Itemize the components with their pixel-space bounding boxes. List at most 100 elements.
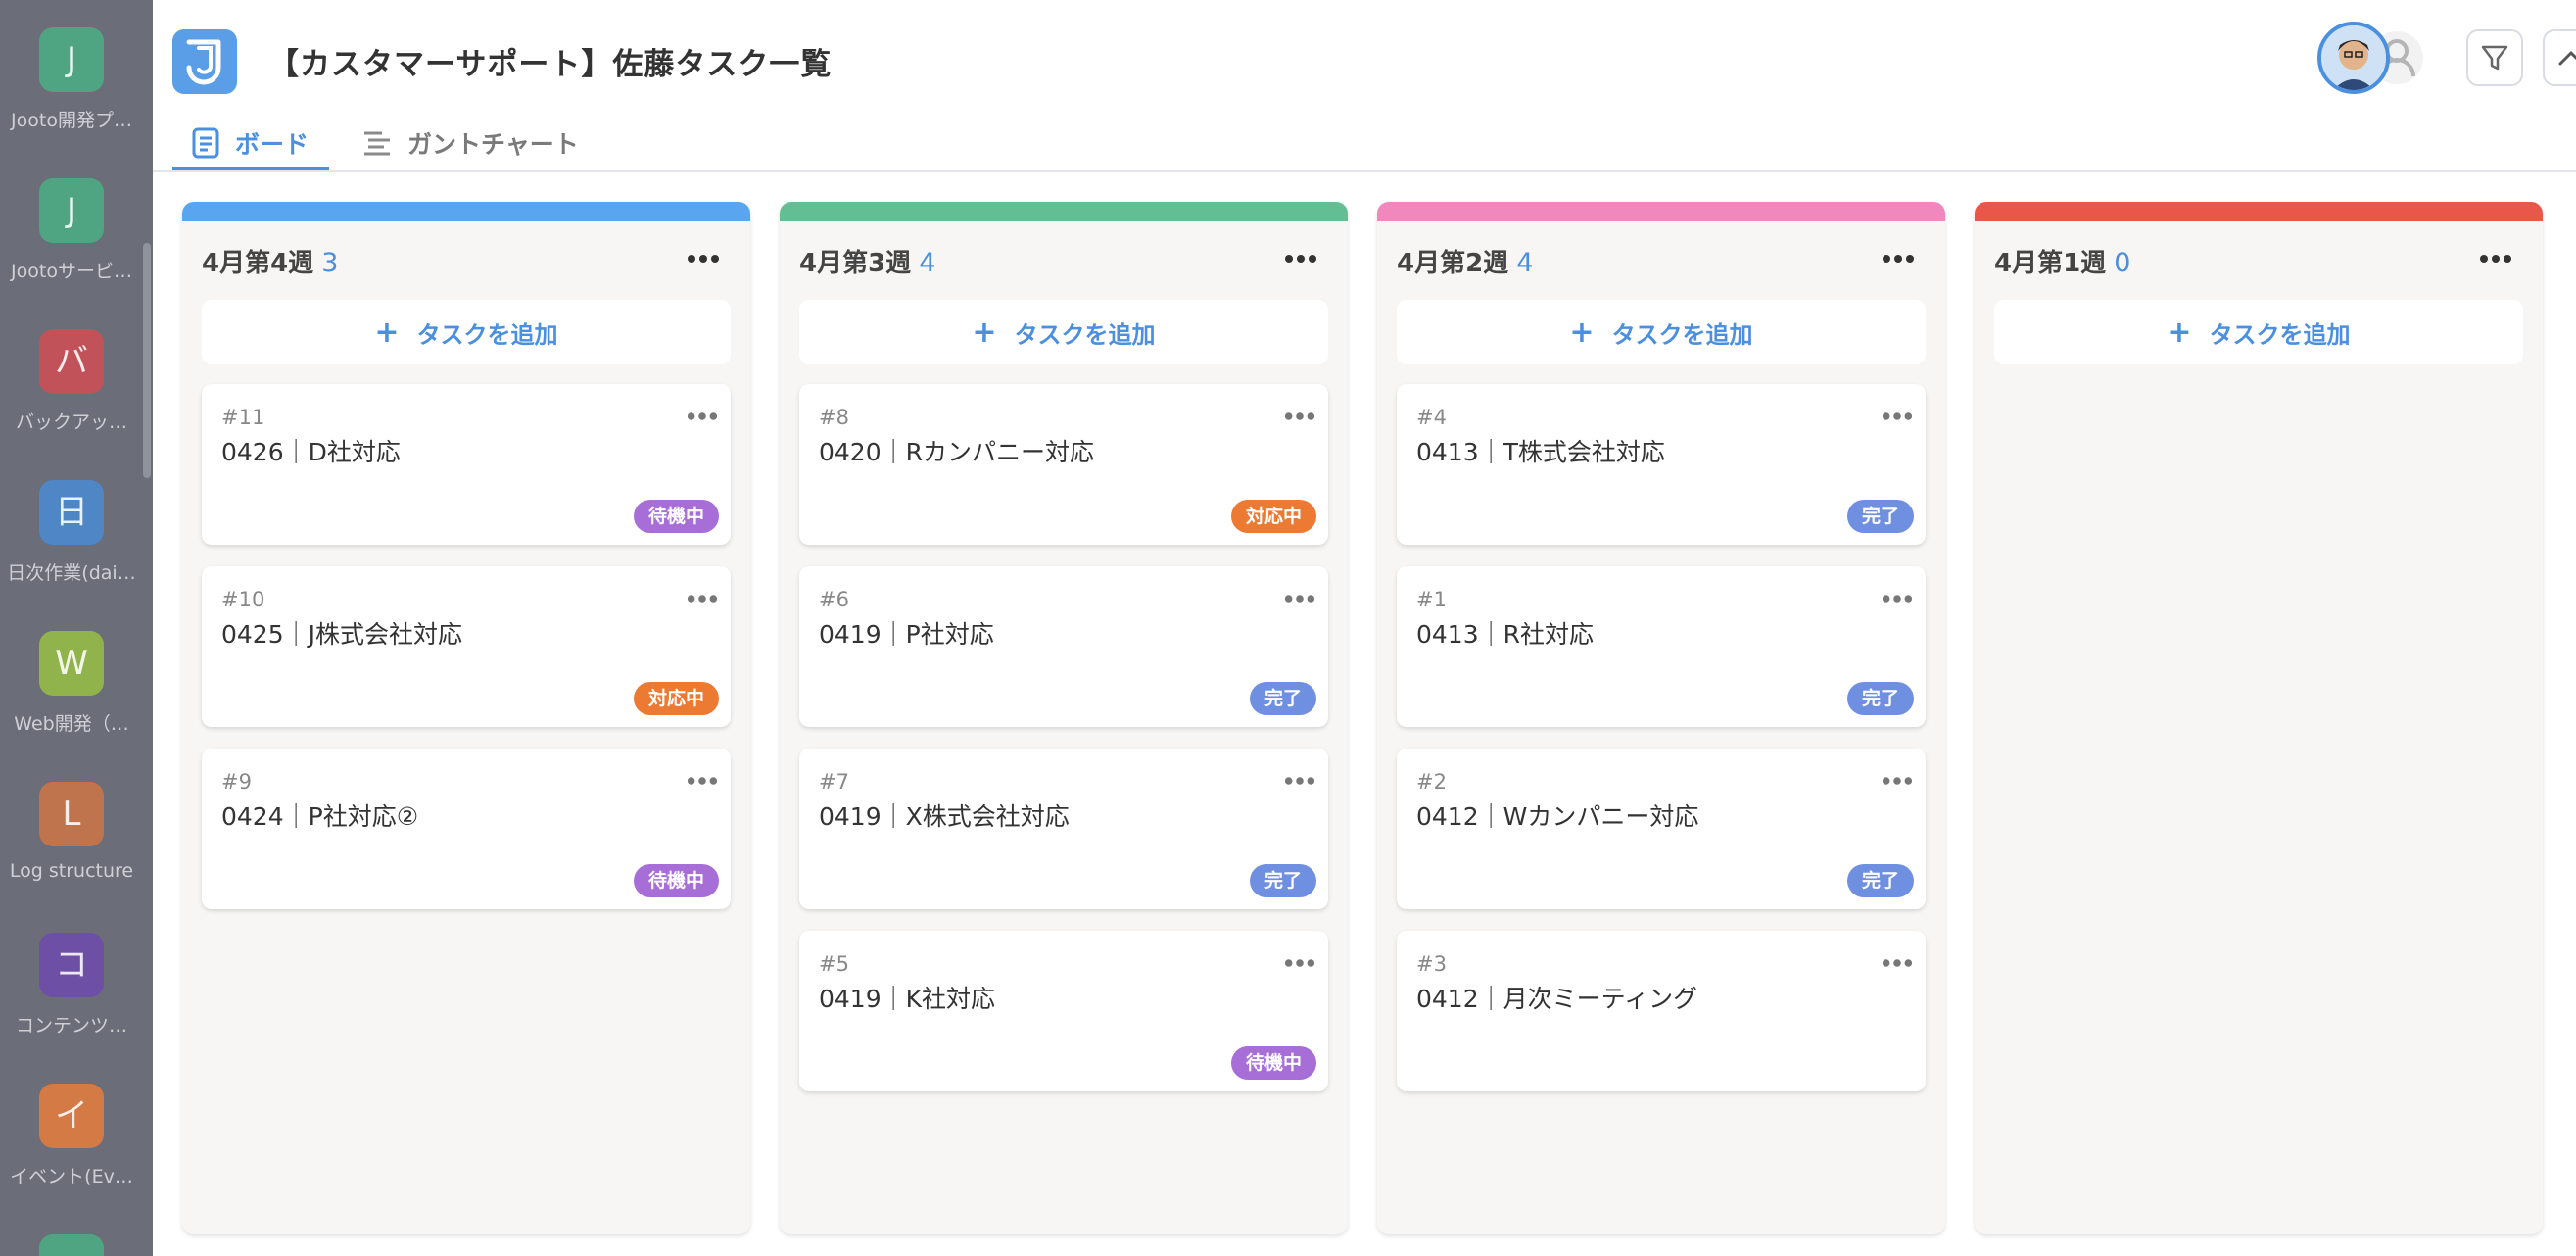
project-label: イベント(Ev… — [10, 1166, 133, 1187]
board-column: 4月第2週 4 + タスクを追加 #4 0413｜T株式会社対応 完了 #1 0413｜R社対応… — [1377, 202, 1945, 1234]
project-item[interactable]: W Web開発（… — [0, 631, 143, 736]
add-task-label: タスクを追加 — [2209, 320, 2351, 349]
task-card[interactable]: #4 0413｜T株式会社対応 完了 — [1397, 384, 1926, 545]
task-number: #1 — [1416, 588, 1447, 611]
project-avatar: L — [39, 782, 104, 846]
add-task-label: タスクを追加 — [1611, 320, 1753, 349]
card-menu-icon[interactable] — [686, 590, 719, 603]
status-badge: 待機中 — [633, 864, 719, 897]
rail-scrollbar[interactable] — [143, 243, 151, 478]
task-card[interactable]: #9 0424｜P社対応② 待機中 — [202, 749, 731, 909]
board-column: 4月第1週 0 + タスクを追加 — [1975, 202, 2543, 1234]
project-item[interactable]: ババックアッ… — [0, 329, 143, 434]
column-title: 4月第3週 — [799, 249, 912, 278]
jooto-logo-icon[interactable] — [172, 29, 237, 94]
project-avatar: J — [39, 27, 104, 92]
card-menu-icon[interactable] — [1283, 590, 1316, 603]
task-number: #6 — [819, 588, 849, 611]
status-badge: 対応中 — [633, 682, 719, 715]
add-task-button[interactable]: + タスクを追加 — [1397, 300, 1926, 364]
task-title: 0425｜J株式会社対応 — [221, 620, 462, 649]
project-item[interactable]: ココンテンツ… — [0, 933, 143, 1038]
card-menu-icon[interactable] — [1881, 408, 1914, 420]
card-menu-icon[interactable] — [1283, 954, 1316, 967]
project-item[interactable]: イイベント(Ev… — [0, 1084, 143, 1188]
task-title: 0426｜D社対応 — [221, 438, 401, 466]
project-label: Jootoサービ… — [11, 261, 132, 282]
plus-icon: + — [374, 314, 400, 350]
current-user-avatar[interactable] — [2317, 22, 2390, 94]
project-item[interactable]: L Log structure — [0, 782, 143, 882]
project-avatar: J — [39, 178, 104, 243]
column-header[interactable]: 4月第4週 3 — [202, 243, 338, 279]
task-number: #8 — [819, 406, 849, 429]
task-card[interactable]: #7 0419｜X株式会社対応 完了 — [799, 749, 1328, 909]
task-title: 0413｜R社対応 — [1416, 620, 1594, 649]
status-badge: 完了 — [1846, 864, 1914, 897]
task-card[interactable]: #5 0419｜K社対応 待機中 — [799, 931, 1328, 1091]
tab-board[interactable]: ボード — [172, 116, 329, 170]
column-header[interactable]: 4月第2週 4 — [1397, 243, 1533, 279]
task-card[interactable]: #10 0425｜J株式会社対応 対応中 — [202, 566, 731, 727]
project-label: Jooto開発プ… — [11, 110, 132, 131]
project-item[interactable]: J Jootoサービ… — [0, 178, 143, 283]
card-menu-icon[interactable] — [1283, 772, 1316, 785]
card-menu-icon[interactable] — [1881, 772, 1914, 785]
column-color-bar — [780, 202, 1348, 221]
project-avatar: 日 — [39, 480, 104, 545]
task-number: #5 — [819, 952, 849, 976]
plus-icon: + — [2167, 314, 2192, 350]
task-card[interactable]: #3 0412｜月次ミーティング — [1397, 931, 1926, 1091]
task-card[interactable]: #8 0420｜Rカンパニー対応 対応中 — [799, 384, 1328, 545]
task-title: 0412｜月次ミーティング — [1416, 985, 1698, 1013]
status-badge: 完了 — [1249, 682, 1316, 715]
filter-button[interactable] — [2466, 29, 2523, 86]
column-menu-icon[interactable] — [1881, 251, 1916, 265]
filter-funnel-icon — [2468, 45, 2521, 88]
card-menu-icon[interactable] — [1881, 954, 1914, 967]
project-item[interactable]: J Jooto開発プ… — [0, 27, 143, 132]
tab-board-label: ボード — [235, 130, 310, 159]
add-task-label: タスクを追加 — [416, 320, 558, 349]
tab-gantt[interactable]: ガントチャート — [362, 116, 579, 170]
plus-icon: + — [1569, 314, 1595, 350]
task-card[interactable]: #6 0419｜P社対応完了 — [799, 566, 1328, 727]
card-menu-icon[interactable] — [1283, 408, 1316, 420]
project-header: 【カスタマーサポート】佐藤タスク一覧 ボード ガントチャート — [153, 0, 2576, 172]
card-menu-icon[interactable] — [686, 408, 719, 420]
project-label: Web開発（… — [14, 713, 129, 735]
card-menu-icon[interactable] — [686, 772, 719, 785]
status-badge: 完了 — [1846, 682, 1914, 715]
status-badge: 完了 — [1249, 864, 1316, 897]
status-badge: 完了 — [1846, 500, 1914, 533]
column-title: 4月第4週 — [202, 249, 314, 278]
add-task-button[interactable]: + タスクを追加 — [1994, 300, 2523, 364]
column-task-count: 0 — [2114, 248, 2131, 278]
add-task-button[interactable]: + タスクを追加 — [799, 300, 1328, 364]
task-title: 0412｜Wカンパニー対応 — [1416, 802, 1699, 831]
column-task-count: 4 — [1516, 248, 1534, 278]
column-header[interactable]: 4月第1週 0 — [1994, 243, 2130, 279]
collapse-header-button[interactable] — [2543, 29, 2576, 86]
task-number: #2 — [1416, 770, 1447, 794]
column-menu-icon[interactable] — [686, 251, 721, 265]
column-color-bar — [1975, 202, 2543, 221]
project-label: Log structure — [9, 860, 134, 882]
project-rail: J Jooto開発プ… J Jootoサービ… ババックアッ… 日日次作業(dai… W We… — [0, 0, 153, 1256]
project-item[interactable] — [0, 1234, 143, 1256]
column-menu-icon[interactable] — [1283, 251, 1318, 265]
task-title: 0419｜P社対応 — [819, 620, 994, 649]
column-header[interactable]: 4月第3週 4 — [799, 243, 935, 279]
task-card[interactable]: #2 0412｜Wカンパニー対応完了 — [1397, 749, 1926, 909]
card-menu-icon[interactable] — [1881, 590, 1914, 603]
task-card[interactable]: #1 0413｜R社対応完了 — [1397, 566, 1926, 727]
project-item[interactable]: 日日次作業(dai… — [0, 480, 143, 585]
task-card[interactable]: #11 0426｜D社対応 待機中 — [202, 384, 731, 545]
column-color-bar — [1377, 202, 1945, 221]
task-title: 0419｜K社対応 — [819, 985, 996, 1013]
column-menu-icon[interactable] — [2478, 251, 2513, 265]
active-tab-indicator — [172, 167, 329, 170]
project-avatar: W — [39, 631, 104, 696]
project-label: バックアッ… — [15, 411, 127, 433]
add-task-button[interactable]: + タスクを追加 — [202, 300, 731, 364]
